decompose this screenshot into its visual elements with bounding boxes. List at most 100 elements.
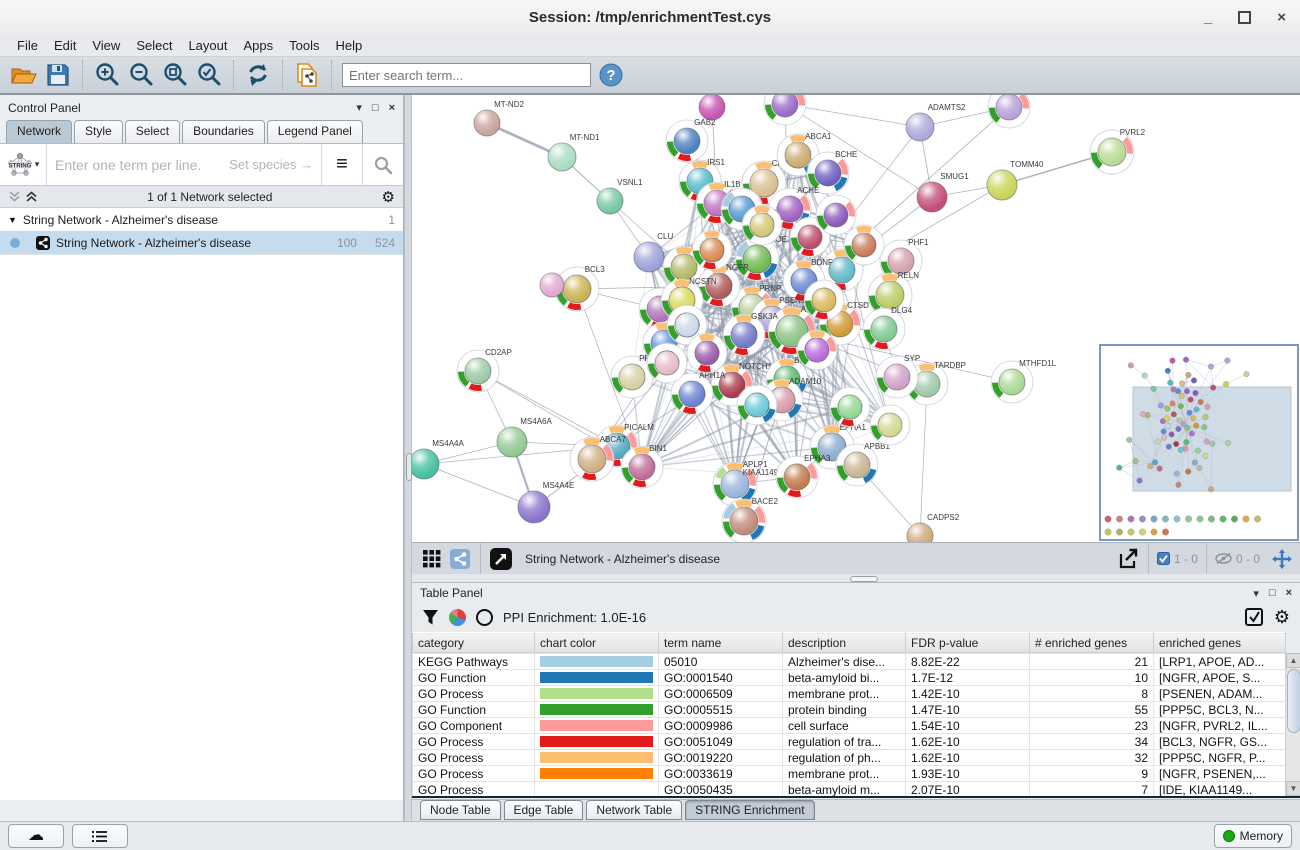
cell[interactable]: GO:0005515	[659, 702, 783, 718]
table-panel-menu-icon[interactable]: ▾	[1253, 587, 1259, 600]
network-canvas[interactable]: MT-ND2MT-ND1VSNL1GAB2IRS1CHATABCA1BCHEAC…	[412, 95, 1300, 542]
column-header-enriched-genes[interactable]: enriched genes	[1154, 633, 1286, 653]
cell[interactable]: 7	[1030, 782, 1154, 798]
close-button[interactable]: ×	[1277, 9, 1286, 26]
cell[interactable]: [NGFR, PSENEN,...	[1154, 766, 1286, 782]
menu-item-edit[interactable]: Edit	[47, 36, 83, 55]
zoom-fit-icon[interactable]	[161, 61, 189, 89]
export-network-icon[interactable]	[1114, 545, 1142, 573]
expand-all-icon[interactable]	[25, 190, 38, 203]
ring-chart-icon[interactable]	[476, 609, 493, 626]
network-node-vsnl1[interactable]: VSNL1	[597, 178, 643, 214]
cell[interactable]: [PPP5C, NGFR, P...	[1154, 750, 1286, 766]
cell[interactable]: GO:0033619	[659, 766, 783, 782]
cell[interactable]: GO:0009986	[659, 718, 783, 734]
string-query-input[interactable]	[47, 144, 229, 185]
table-row[interactable]: GO ProcessGO:0050435beta-amyloid m...2.0…	[413, 782, 1286, 798]
panel-float-icon[interactable]: □	[372, 102, 379, 114]
menu-item-tools[interactable]: Tools	[282, 36, 326, 55]
cell[interactable]: GO Process	[413, 766, 535, 782]
cell[interactable]: GO:0019220	[659, 750, 783, 766]
cell[interactable]: GO Process	[413, 686, 535, 702]
refresh-icon[interactable]	[244, 61, 272, 89]
cell[interactable]: [NGFR, APOE, S...	[1154, 670, 1286, 686]
tab-legend-panel[interactable]: Legend Panel	[267, 120, 363, 143]
scroll-up-arrow[interactable]: ▲	[1286, 653, 1300, 668]
string-options-icon[interactable]: ≡	[321, 144, 362, 185]
column-header--enriched-genes[interactable]: # enriched genes	[1030, 633, 1154, 653]
zoom-selected-icon[interactable]	[195, 61, 223, 89]
help-icon[interactable]: ?	[597, 61, 625, 89]
cell[interactable]: regulation of ph...	[783, 750, 906, 766]
cell[interactable]: 05010	[659, 654, 783, 670]
species-hint[interactable]: Set species →	[229, 144, 321, 185]
task-history-button[interactable]	[72, 824, 128, 848]
open-file-icon[interactable]	[10, 61, 38, 89]
network-node-pvrl2[interactable]: PVRL2	[1090, 128, 1146, 174]
tab-select[interactable]: Select	[125, 120, 180, 143]
tab-network[interactable]: Network	[6, 120, 72, 143]
cell[interactable]: 34	[1030, 734, 1154, 750]
network-node-bace2[interactable]: BACE2	[722, 497, 778, 542]
cell[interactable]: [BCL3, NGFR, GS...	[1154, 734, 1286, 750]
network-node-mthfd1l[interactable]: MTHFD1L	[991, 359, 1057, 403]
column-header-term-name[interactable]: term name	[659, 633, 783, 653]
table-panel-float-icon[interactable]: □	[1269, 587, 1276, 599]
network-node-apbb1[interactable]: APBB1	[836, 442, 890, 486]
cell[interactable]: 1.42E-10	[906, 686, 1030, 702]
cell[interactable]: 1.62E-10	[906, 734, 1030, 750]
chart-color-cell[interactable]	[535, 670, 659, 686]
network-node[interactable]	[870, 405, 910, 445]
enrichment-table-body[interactable]: KEGG Pathways05010Alzheimer's dise...8.8…	[412, 653, 1300, 798]
tab-network-table[interactable]: Network Table	[586, 800, 682, 820]
network-node-cadps2[interactable]: CADPS2	[907, 513, 960, 542]
select-columns-icon[interactable]	[1245, 608, 1264, 627]
table-row[interactable]: GO ProcessGO:0006509membrane prot...1.42…	[413, 686, 1286, 702]
cell[interactable]: 10	[1030, 670, 1154, 686]
minimize-button[interactable]: _	[1204, 9, 1212, 26]
cell[interactable]: GO:0051049	[659, 734, 783, 750]
column-header-category[interactable]: category	[413, 633, 535, 653]
cell[interactable]: GO Process	[413, 750, 535, 766]
tab-string-enrichment[interactable]: STRING Enrichment	[685, 800, 814, 820]
network-node[interactable]	[687, 333, 727, 373]
network-options-gear-icon[interactable]: ⚙	[382, 188, 395, 206]
menu-item-apps[interactable]: Apps	[237, 36, 281, 55]
cell[interactable]: Alzheimer's dise...	[783, 654, 906, 670]
save-session-icon[interactable]	[44, 61, 72, 89]
network-node-tomm40[interactable]: TOMM40	[987, 160, 1044, 200]
search-input[interactable]	[342, 63, 591, 87]
network-node[interactable]	[988, 95, 1030, 128]
cell[interactable]: 32	[1030, 750, 1154, 766]
grid-view-icon[interactable]	[418, 545, 446, 573]
chart-color-cell[interactable]	[535, 750, 659, 766]
menu-item-view[interactable]: View	[85, 36, 127, 55]
cell[interactable]: protein binding	[783, 702, 906, 718]
network-node-cd2ap[interactable]: CD2AP	[457, 348, 512, 392]
filter-icon[interactable]	[422, 609, 439, 626]
chart-color-cell[interactable]	[535, 718, 659, 734]
cell[interactable]: [NGFR, PVRL2, IL...	[1154, 718, 1286, 734]
cell[interactable]: GO Process	[413, 734, 535, 750]
network-node-ms4a4a[interactable]: MS4A4A	[412, 439, 464, 479]
memory-button[interactable]: Memory	[1214, 824, 1292, 848]
collapse-all-icon[interactable]	[8, 190, 21, 203]
detach-view-icon[interactable]	[487, 545, 515, 573]
table-row[interactable]: GO Process GO:0051049regulation of tra...…	[413, 734, 1286, 750]
column-header-FDR-p-value[interactable]: FDR p-value	[906, 633, 1030, 653]
string-logo-dropdown[interactable]: STRING ▾	[0, 144, 47, 185]
network-node[interactable]	[742, 205, 782, 245]
network-node-epha3[interactable]: EPHA3	[776, 454, 831, 498]
tab-boundaries[interactable]: Boundaries	[182, 120, 265, 143]
cloud-tasks-button[interactable]: ☁	[8, 824, 64, 848]
cell[interactable]: [IDE, KIAA1149...	[1154, 782, 1286, 798]
panel-close-icon[interactable]: ×	[389, 102, 395, 114]
table-settings-gear-icon[interactable]: ⚙	[1274, 607, 1290, 628]
chart-color-cell[interactable]	[535, 654, 659, 670]
menu-item-file[interactable]: File	[10, 36, 45, 55]
cell[interactable]: 2.07E-10	[906, 782, 1030, 798]
network-node-dlg4[interactable]: DLG4	[863, 306, 913, 350]
cell[interactable]: regulation of tra...	[783, 734, 906, 750]
cell[interactable]: GO Function	[413, 702, 535, 718]
menu-item-layout[interactable]: Layout	[181, 36, 234, 55]
